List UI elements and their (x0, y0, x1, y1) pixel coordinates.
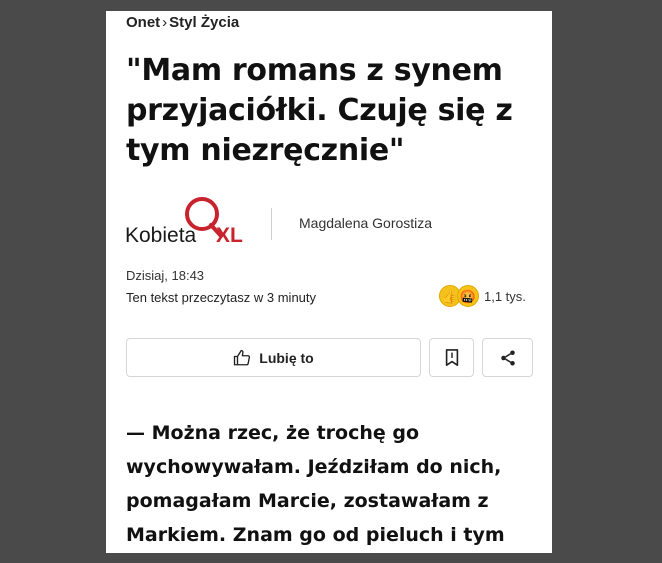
breadcrumb: Onet › Styl Życia (126, 14, 239, 31)
publish-date: Dzisiaj, 18:43 (126, 268, 205, 283)
reactions-summary[interactable]: 👍 🤬 1,1 tys. (439, 283, 526, 309)
read-time: Ten tekst przeczytasz w 3 minuty (126, 290, 317, 305)
breadcrumb-separator: › (162, 14, 168, 31)
kobieta-xl-logo[interactable]: Kobieta XL (124, 196, 249, 248)
bookmark-icon (445, 348, 458, 366)
logo-text-xl: XL (216, 224, 243, 247)
reactions-count: 1,1 tys. (484, 288, 526, 304)
article-title: "Mam romans z synem przyjaciółki. Czuję … (126, 53, 513, 168)
share-button[interactable] (482, 338, 533, 377)
like-button-label: Lubię to (259, 349, 314, 366)
breadcrumb-site-link[interactable]: Onet (126, 14, 160, 31)
swearing-face-emoji-icon: 🤬 (457, 285, 479, 307)
logo-text-kobieta: Kobieta (125, 224, 197, 247)
author-divider (271, 208, 272, 240)
article-page: Onet › Styl Życia "Mam romans z synem przy… (106, 11, 552, 553)
bookmark-button[interactable] (429, 338, 474, 377)
like-button[interactable]: Lubię to (126, 338, 421, 377)
article-lead-paragraph: — Można rzec, że trochę go wychowywałam.… (126, 422, 505, 546)
thumbs-up-icon (234, 349, 251, 365)
author-name[interactable]: Magdalena Gorostiza (299, 215, 432, 231)
breadcrumb-section-link[interactable]: Styl Życia (169, 14, 239, 31)
share-icon (500, 350, 515, 365)
